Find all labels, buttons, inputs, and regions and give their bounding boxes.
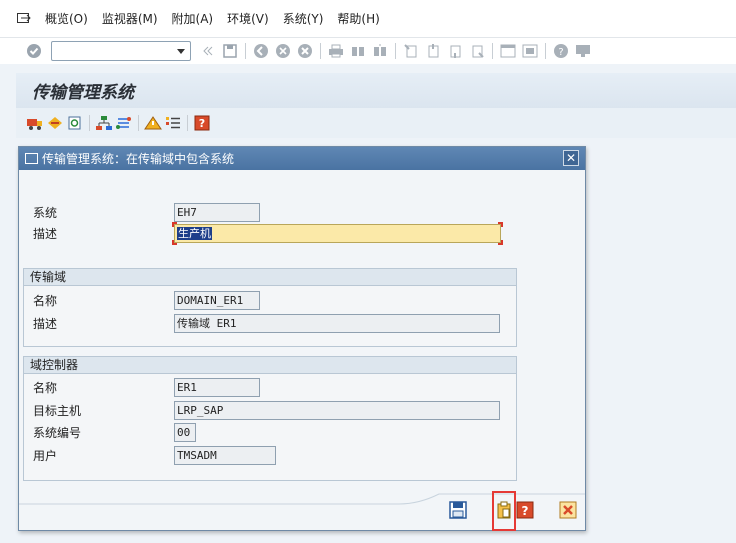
command-field[interactable] [51,41,191,61]
separator [89,115,90,131]
target-host-field: LRP_SAP [174,401,500,420]
description-input[interactable]: 生产机 [172,222,503,245]
print-icon[interactable] [327,42,345,60]
cancel-button[interactable] [558,500,578,520]
domain-desc-field: 传输域 ER1 [174,314,500,333]
find-icon[interactable] [349,42,367,60]
domain-controller-group: 域控制器 名称 ER1 目标主机 LRP_SAP 系统编号 00 用户 TMSA… [23,356,517,481]
save-button[interactable] [448,500,468,520]
svg-text:?: ? [522,504,529,518]
separator [320,43,321,59]
separator [545,43,546,59]
standard-toolbar: ? [0,38,736,64]
dialog-footer: ? [19,490,585,531]
target-host-row: 目标主机 LRP_SAP [33,401,500,420]
group-header: 传输域 [24,269,516,286]
layout-icon[interactable] [574,42,592,60]
domain-name-field: DOMAIN_ER1 [174,291,260,310]
system-row: 系统 EH7 [33,203,260,222]
dialog-title: 传输管理系统：在传输域中包含系统 [42,152,235,166]
domain-name-row: 名称 DOMAIN_ER1 [33,291,260,310]
back-icon[interactable] [252,42,270,60]
save-icon[interactable] [221,42,239,60]
transport-routes-icon[interactable] [115,114,133,132]
domain-desc-row: 描述 传输域 ER1 [33,314,500,333]
svg-text:?: ? [558,47,563,58]
highlight-box [492,491,516,531]
include-system-dialog: 传输管理系统：在传输域中包含系统 ✕ 系统 EH7 描述 生产机 传输域 名称 … [18,146,586,531]
focus-corner [172,222,177,227]
group-header: 域控制器 [24,357,516,374]
page-title: 传输管理系统 [32,83,134,103]
focus-corner [172,240,177,245]
target-host-label: 目标主机 [33,404,82,418]
menu-environment[interactable]: 环境(V) [227,10,269,27]
menu-system[interactable]: 系统(Y) [283,10,324,27]
import-icon[interactable] [46,114,64,132]
system-number-row: 系统编号 00 [33,423,196,442]
dialog-window-icon [25,153,38,164]
truck-icon[interactable] [26,114,44,132]
chevron-down-icon[interactable] [177,49,185,54]
description-row: 描述 生产机 [33,222,503,245]
separator [138,115,139,131]
application-toolbar: ? [16,108,736,138]
controller-name-field: ER1 [174,378,260,397]
system-number-field: 00 [174,423,196,442]
description-value: 生产机 [177,227,212,240]
user-field: TMSADM [174,446,276,465]
alert-icon[interactable] [144,114,162,132]
menu-overview[interactable]: 概览(O) [45,10,88,27]
last-page-icon[interactable] [468,42,486,60]
separator [245,43,246,59]
domain-desc-label: 描述 [33,317,58,331]
focus-corner [498,240,503,245]
separator [187,115,188,131]
help-icon[interactable]: ? [552,42,570,60]
prev-page-icon[interactable] [424,42,442,60]
shortcut-icon[interactable] [521,42,539,60]
user-row: 用户 TMSADM [33,446,276,465]
domain-name-label: 名称 [33,294,58,308]
focus-corner [498,222,503,227]
menu-monitor[interactable]: 监视器(M) [102,10,158,27]
controller-name-row: 名称 ER1 [33,378,260,397]
svg-text:?: ? [199,117,205,130]
refresh-icon[interactable] [66,114,84,132]
menu-help[interactable]: 帮助(H) [337,10,379,27]
help-icon[interactable]: ? [193,114,211,132]
dialog-title-bar: 传输管理系统：在传输域中包含系统 ✕ [19,147,585,170]
system-number-label: 系统编号 [33,426,82,440]
transport-domain-group: 传输域 名称 DOMAIN_ER1 描述 传输域 ER1 [23,268,517,347]
title-bar: 传输管理系统 [16,73,736,108]
description-label: 描述 [33,227,58,241]
enter-icon[interactable] [25,42,43,60]
find-next-icon[interactable] [371,42,389,60]
controller-name-label: 名称 [33,381,58,395]
separator [395,43,396,59]
new-session-icon[interactable] [499,42,517,60]
help-button[interactable]: ? [515,500,535,520]
list-icon[interactable] [164,114,182,132]
first-page-icon[interactable] [402,42,420,60]
double-left-icon[interactable] [199,42,217,60]
menu-extras[interactable]: 附加(A) [172,10,214,27]
user-label: 用户 [33,449,58,463]
exit-icon[interactable] [274,42,292,60]
system-label: 系统 [33,206,58,220]
window-menu-icon[interactable] [17,12,31,25]
cancel-icon[interactable] [296,42,314,60]
hierarchy-icon[interactable] [95,114,113,132]
next-page-icon[interactable] [446,42,464,60]
system-field: EH7 [174,203,260,222]
menu-bar: 概览(O) 监视器(M) 附加(A) 环境(V) 系统(Y) 帮助(H) [0,0,736,38]
dialog-close-button[interactable]: ✕ [563,150,579,166]
separator [492,43,493,59]
